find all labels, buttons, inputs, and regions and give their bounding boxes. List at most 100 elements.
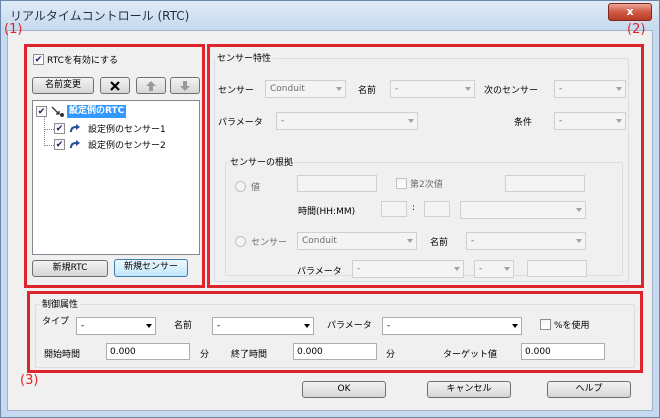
tree-line (45, 145, 54, 146)
sensor-basis-title: センサーの根拠 (228, 155, 296, 168)
basis-name-select[interactable]: - (466, 232, 586, 250)
new-sensor-button[interactable]: 新規センサー (114, 259, 188, 277)
arrow-down-icon (180, 81, 190, 91)
marker-1: (1) (4, 22, 23, 37)
marker-3: (3) (20, 373, 39, 388)
cancel-button[interactable]: キャンセル (427, 381, 511, 398)
sensor-radio[interactable] (235, 236, 246, 247)
use-percent-label: %を使用 (554, 321, 590, 331)
chevron-down-icon (512, 324, 518, 328)
title-bar[interactable]: リアルタイムコントロール (RTC) (0, 0, 660, 30)
control-name-label: 名前 (174, 321, 193, 331)
tree-line (45, 129, 54, 130)
control-parameter-value: - (387, 321, 391, 331)
move-up-button[interactable] (136, 77, 166, 94)
sensor-parameter-select[interactable]: - (276, 112, 418, 130)
value-input[interactable] (297, 175, 377, 192)
next-sensor-label: 次のセンサー (484, 86, 539, 96)
move-down-button[interactable] (170, 77, 200, 94)
tree-line (44, 116, 45, 146)
tree-root-label[interactable]: 設定例のRTC (67, 105, 127, 118)
time-select[interactable] (460, 201, 586, 219)
condition-label: 条件 (514, 118, 533, 128)
basis-name-value: - (471, 236, 475, 246)
end-time-unit: 分 (386, 350, 396, 360)
second-value-checkbox[interactable] (396, 178, 407, 189)
tree-root-checkbox[interactable]: ✔ (36, 106, 47, 117)
control-properties-title: 制御属性 (40, 297, 81, 310)
chevron-down-icon (336, 87, 342, 91)
type-label: タイプ (42, 317, 70, 327)
marker-2: (2) (627, 22, 646, 37)
arrow-up-icon (146, 81, 156, 91)
basis-parameter-select[interactable]: - (352, 260, 464, 278)
control-name-select[interactable]: - (212, 317, 314, 335)
chevron-down-icon (576, 208, 582, 212)
sensor-radio-label: センサー (251, 238, 288, 248)
window-title: リアルタイムコントロール (RTC) (10, 9, 190, 23)
tree-child-checkbox[interactable]: ✔ (54, 139, 65, 150)
help-button[interactable]: ヘルプ (547, 381, 631, 398)
delete-button[interactable] (100, 77, 130, 94)
basis-parameter-label: パラメータ (297, 267, 342, 277)
basis-sensor-select[interactable]: Conduit (297, 232, 417, 250)
end-time-input[interactable]: 0.000 (293, 343, 377, 360)
close-button[interactable]: x (608, 3, 652, 21)
basis-sensor-value: Conduit (302, 236, 337, 246)
condition-value: - (559, 116, 563, 126)
target-value-label: ターゲット値 (443, 350, 498, 360)
time-colon: : (412, 203, 416, 213)
value-radio-label: 値 (251, 183, 261, 193)
second-value-label: 第2次値 (410, 180, 443, 190)
new-rtc-button[interactable]: 新規RTC (32, 260, 108, 277)
basis-parameter-value: - (357, 264, 361, 274)
enable-rtc-label: RTCを有効にする (47, 56, 118, 66)
control-parameter-select[interactable]: - (382, 317, 522, 335)
second-value-input[interactable] (505, 175, 585, 192)
chevron-down-icon (408, 119, 414, 123)
next-sensor-select[interactable]: - (554, 80, 626, 98)
time-hours-input[interactable] (381, 201, 407, 217)
chevron-down-icon (454, 267, 460, 271)
rename-button[interactable]: 名前変更 (32, 77, 94, 94)
control-type-select[interactable]: - (76, 317, 156, 335)
chevron-down-icon (504, 267, 510, 271)
control-parameter-label: パラメータ (327, 321, 372, 331)
chevron-down-icon (407, 239, 413, 243)
chevron-down-icon (616, 119, 622, 123)
value-radio[interactable] (235, 181, 246, 192)
sensor-name-value: - (395, 84, 399, 94)
time-minutes-input[interactable] (424, 201, 450, 217)
sensor-name-select[interactable]: - (390, 80, 475, 98)
name-label: 名前 (358, 86, 377, 96)
basis-operator-value: - (479, 264, 483, 274)
chevron-down-icon (465, 87, 471, 91)
chevron-down-icon (576, 239, 582, 243)
sensor-properties-title: センサー特性 (215, 51, 274, 64)
enable-rtc-checkbox[interactable]: ✔ (33, 54, 44, 65)
target-value-input[interactable]: 0.000 (521, 343, 605, 360)
sensor-type-value: Conduit (270, 84, 305, 94)
tree-child-label[interactable]: 設定例のセンサー1 (88, 122, 166, 135)
basis-value-input[interactable] (527, 260, 587, 277)
use-percent-checkbox[interactable] (540, 319, 551, 330)
chevron-down-icon (304, 324, 310, 328)
sensor-label: センサー (218, 86, 255, 96)
sensor-type-select[interactable]: Conduit (265, 80, 346, 98)
tree-child-checkbox[interactable]: ✔ (54, 123, 65, 134)
rtc-icon (51, 106, 64, 117)
next-sensor-value: - (559, 84, 563, 94)
basis-operator-select[interactable]: - (474, 260, 514, 278)
ok-button[interactable]: OK (302, 381, 386, 398)
control-name-value: - (217, 321, 221, 331)
condition-select[interactable]: - (554, 112, 626, 130)
sensor-icon (70, 124, 80, 132)
chevron-down-icon (146, 324, 152, 328)
delete-x-icon (110, 81, 120, 91)
tree-child-label[interactable]: 設定例のセンサー2 (88, 138, 166, 151)
sensor-icon (70, 140, 80, 148)
start-time-unit: 分 (200, 350, 210, 360)
parameter-label: パラメータ (218, 118, 263, 128)
start-time-input[interactable]: 0.000 (106, 343, 190, 360)
start-time-label: 開始時間 (44, 350, 81, 360)
